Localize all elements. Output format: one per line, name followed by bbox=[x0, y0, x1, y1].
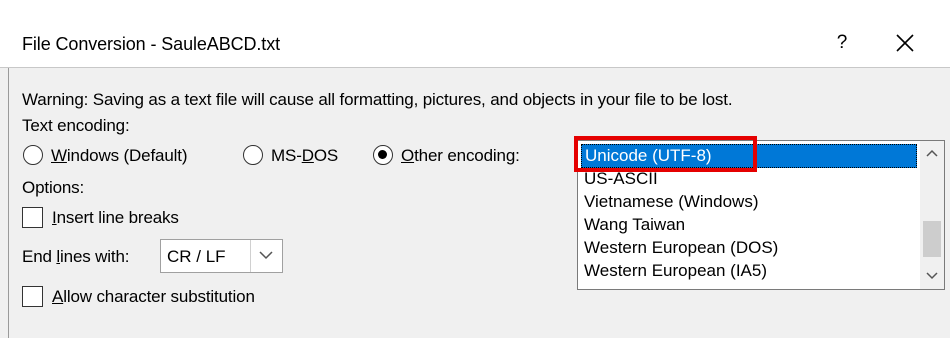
end-lines-with-dropdown[interactable]: CR / LF bbox=[160, 239, 283, 273]
insert-line-breaks-label[interactable]: Insert line breaks bbox=[52, 207, 179, 228]
radio-windows-default-label[interactable]: Windows (Default) bbox=[51, 145, 187, 166]
chevron-down-icon bbox=[259, 251, 273, 260]
scroll-thumb[interactable] bbox=[923, 221, 941, 257]
encoding-item[interactable]: Western European (IA5) bbox=[584, 260, 767, 281]
end-lines-with-label: End lines with: bbox=[22, 247, 130, 266]
warning-text: Warning: Saving as a text file will caus… bbox=[22, 90, 733, 109]
radio-other-encoding[interactable] bbox=[373, 145, 393, 165]
encoding-item[interactable]: Vietnamese (Windows) bbox=[584, 191, 758, 212]
encoding-list-scrollbar[interactable] bbox=[920, 141, 944, 289]
radio-other-encoding-label[interactable]: Other encoding: bbox=[401, 145, 520, 166]
file-conversion-dialog: File Conversion - SauleABCD.txt ? Warnin… bbox=[0, 0, 950, 338]
chevron-down-icon bbox=[926, 272, 938, 280]
end-lines-with-value: CR / LF bbox=[167, 247, 226, 266]
help-button[interactable]: ? bbox=[822, 26, 862, 60]
chevron-up-icon bbox=[926, 149, 938, 157]
radio-selected-dot bbox=[378, 150, 387, 159]
text-encoding-label: Text encoding: bbox=[22, 116, 130, 135]
annotation-highlight-box bbox=[574, 136, 757, 172]
allow-substitution-label[interactable]: Allow character substitution bbox=[52, 286, 255, 307]
encoding-item[interactable]: Western European (DOS) bbox=[584, 237, 778, 258]
dialog-border bbox=[8, 68, 9, 338]
radio-ms-dos-label[interactable]: MS-DOS bbox=[271, 145, 338, 166]
close-button[interactable] bbox=[878, 26, 932, 60]
dropdown-arrow-button[interactable] bbox=[250, 240, 282, 272]
dialog-title: File Conversion - SauleABCD.txt bbox=[22, 34, 280, 54]
options-label: Options: bbox=[22, 178, 85, 197]
allow-substitution-checkbox[interactable] bbox=[22, 286, 43, 307]
insert-line-breaks-checkbox[interactable] bbox=[22, 207, 43, 228]
radio-windows-default[interactable] bbox=[23, 145, 43, 165]
scroll-up-button[interactable] bbox=[920, 141, 944, 165]
radio-ms-dos[interactable] bbox=[243, 145, 263, 165]
encoding-item[interactable]: Wang Taiwan bbox=[584, 214, 685, 235]
scroll-down-button[interactable] bbox=[920, 265, 944, 289]
title-bar: File Conversion - SauleABCD.txt ? bbox=[0, 0, 950, 68]
close-icon bbox=[896, 34, 914, 52]
